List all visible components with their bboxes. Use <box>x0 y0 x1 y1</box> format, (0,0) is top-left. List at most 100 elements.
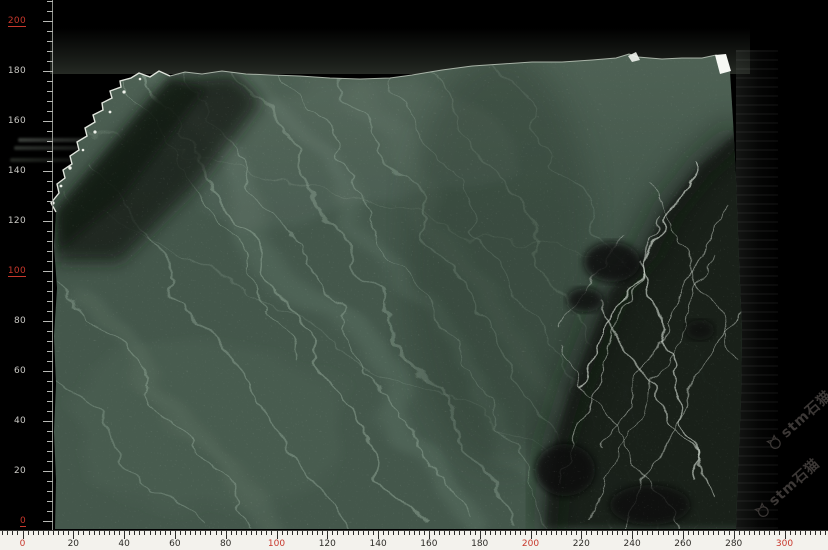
ruler-tick <box>104 531 105 535</box>
ruler-tick <box>119 531 120 535</box>
ruler-tick <box>43 531 44 535</box>
ruler-tick <box>673 531 674 535</box>
ruler-tick <box>114 531 115 535</box>
ruler-tick <box>764 531 765 535</box>
ruler-tick <box>47 201 53 202</box>
ruler-tick <box>581 531 582 539</box>
ruler-tick <box>353 531 354 535</box>
ruler-tick <box>43 71 53 72</box>
ruler-tick <box>485 531 486 535</box>
ruler-label: 80 <box>14 316 26 326</box>
ruler-tick <box>185 531 186 535</box>
ruler-label: 160 <box>8 116 26 126</box>
ruler-tick <box>38 531 39 535</box>
ruler-tick <box>652 531 653 535</box>
ruler-tick <box>150 531 151 535</box>
ruler-tick <box>43 421 53 422</box>
ruler-label: 120 <box>8 216 26 226</box>
ruler-tick <box>363 531 364 535</box>
ruler-tick <box>307 531 308 535</box>
ruler-tick <box>43 371 53 372</box>
ruler-tick <box>348 531 349 535</box>
ruler-tick <box>688 531 689 535</box>
ruler-label: 100 <box>268 539 285 549</box>
ruler-tick <box>475 531 476 535</box>
ruler-tick <box>109 531 110 535</box>
ruler-label: 0 <box>20 539 26 549</box>
ruler-tick <box>53 531 54 535</box>
ruler-tick <box>515 531 516 535</box>
ruler-tick <box>47 481 53 482</box>
ruler-tick <box>47 391 53 392</box>
ruler-tick <box>429 531 430 539</box>
ruler-tick <box>226 531 227 539</box>
ruler-tick <box>2 531 3 535</box>
ruler-tick <box>556 531 557 535</box>
ruler-tick <box>47 151 53 152</box>
ruler-tick <box>805 531 806 535</box>
ruler-tick <box>63 531 64 535</box>
ruler-tick <box>160 531 161 535</box>
ruler-tick <box>388 531 389 535</box>
ruler-tick <box>444 531 445 535</box>
ruler-tick <box>383 531 384 535</box>
ruler-tick <box>708 531 709 535</box>
ruler-tick <box>47 301 53 302</box>
ruler-tick <box>78 531 79 535</box>
ruler-tick <box>47 261 53 262</box>
ruler-tick <box>424 531 425 535</box>
ruler-tick <box>531 531 532 539</box>
ruler-label: 60 <box>169 539 180 549</box>
ruler-tick <box>541 531 542 535</box>
ruler-tick <box>266 531 267 535</box>
ruler-tick <box>47 331 53 332</box>
ruler-tick <box>236 531 237 535</box>
ruler-tick <box>495 531 496 535</box>
ruler-tick <box>129 531 130 535</box>
ruler-label: 20 <box>68 539 79 549</box>
ruler-tick <box>47 491 53 492</box>
ruler-tick <box>520 531 521 535</box>
ruler-tick <box>414 531 415 535</box>
ruler-tick <box>47 231 53 232</box>
ruler-tick <box>47 191 53 192</box>
ruler-tick <box>17 531 18 535</box>
slab-scan-viewer: 200180160140120100806040200 020406080100… <box>0 0 828 550</box>
ruler-tick <box>302 531 303 535</box>
ruler-tick <box>43 121 53 122</box>
ruler-label: 180 <box>8 66 26 76</box>
ruler-tick <box>48 531 49 535</box>
ruler-tick <box>47 251 53 252</box>
ruler-tick <box>373 531 374 535</box>
ruler-tick <box>480 531 481 539</box>
ruler-tick <box>332 531 333 535</box>
ruler-tick <box>586 531 587 535</box>
ruler-tick <box>759 531 760 535</box>
ruler-tick <box>282 531 283 535</box>
ruler-tick <box>576 531 577 535</box>
ruler-tick <box>68 531 69 535</box>
ruler-tick <box>47 401 53 402</box>
ruler-tick <box>47 451 53 452</box>
ruler-label: 140 <box>8 166 26 176</box>
ruler-tick <box>47 511 53 512</box>
ruler-tick <box>7 531 8 535</box>
ruler-tick <box>83 531 84 535</box>
ruler-tick <box>297 531 298 535</box>
ruler-tick <box>322 531 323 535</box>
ruler-label: 100 <box>8 266 26 277</box>
ruler-tick <box>47 61 53 62</box>
ruler-tick <box>820 531 821 535</box>
ruler-label: 20 <box>14 466 26 476</box>
ruler-tick <box>617 531 618 535</box>
ruler-tick <box>47 291 53 292</box>
ruler-tick <box>536 531 537 535</box>
ruler-tick <box>47 361 53 362</box>
ruler-tick <box>754 531 755 535</box>
ruler-tick <box>47 501 53 502</box>
ruler-label: 140 <box>370 539 387 549</box>
ruler-tick <box>739 531 740 535</box>
ruler-tick <box>647 531 648 535</box>
ruler-tick <box>312 531 313 535</box>
ruler-label: 160 <box>420 539 437 549</box>
